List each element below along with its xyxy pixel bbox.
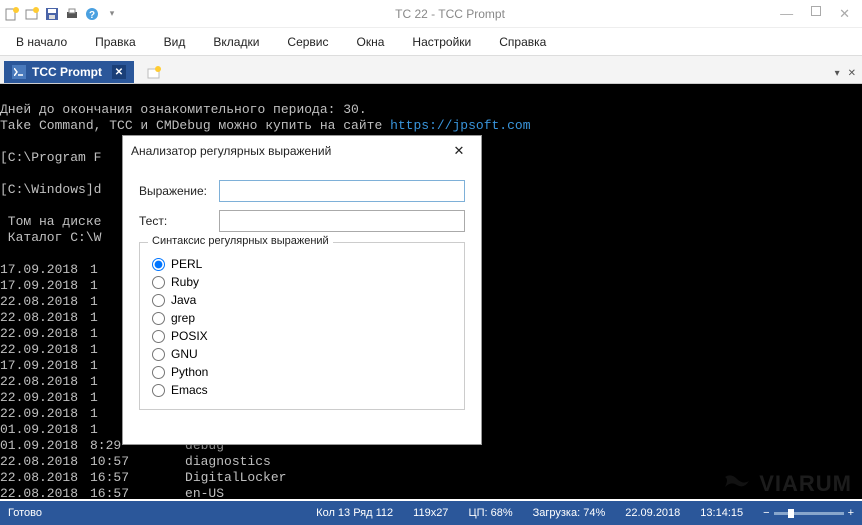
menu-service[interactable]: Сервис <box>287 35 328 49</box>
tab-strip: TCC Prompt ✕ ▾ ✕ <box>0 56 862 84</box>
test-label: Тест: <box>139 214 219 228</box>
tab-tcc-prompt[interactable]: TCC Prompt ✕ <box>4 61 134 83</box>
qat-dropdown-icon[interactable]: ▾ <box>104 6 120 22</box>
new-tab-button[interactable] <box>146 67 162 83</box>
syntax-label: Python <box>171 365 208 379</box>
syntax-radio[interactable] <box>152 294 165 307</box>
syntax-radio[interactable] <box>152 312 165 325</box>
syntax-option-emacs[interactable]: Emacs <box>152 383 452 397</box>
syntax-option-posix[interactable]: POSIX <box>152 329 452 343</box>
window-title: TC 22 - TCC Prompt <box>120 7 780 21</box>
new-window-icon[interactable] <box>24 6 40 22</box>
statusbar: Готово Кол 13 Ряд 112 119x27 ЦП: 68% Заг… <box>0 501 862 525</box>
watermark-text: VIARUM <box>759 471 852 497</box>
menu-windows[interactable]: Окна <box>357 35 385 49</box>
status-time: 13:14:15 <box>700 507 743 519</box>
minimize-button[interactable]: — <box>780 6 793 22</box>
zoom-slider[interactable]: − + <box>763 507 854 519</box>
svg-text:?: ? <box>89 10 95 21</box>
tab-dropdown-icon[interactable]: ▾ <box>835 68 840 79</box>
syntax-option-gnu[interactable]: GNU <box>152 347 452 361</box>
help-icon[interactable]: ? <box>84 6 100 22</box>
menu-edit[interactable]: Правка <box>95 35 136 49</box>
syntax-label: grep <box>171 311 195 325</box>
syntax-radio[interactable] <box>152 276 165 289</box>
syntax-label: GNU <box>171 347 198 361</box>
tab-strip-close-icon[interactable]: ✕ <box>848 68 856 79</box>
syntax-radio[interactable] <box>152 330 165 343</box>
syntax-radio[interactable] <box>152 348 165 361</box>
file-row: 22.08.2018 10:57 diagnostics <box>0 454 862 470</box>
expression-input[interactable] <box>219 180 465 202</box>
terminal-prompt: [C:\Windows] <box>0 182 94 197</box>
titlebar: ? ▾ TC 22 - TCC Prompt — ✕ <box>0 0 862 28</box>
terminal-typed: d <box>94 182 102 197</box>
test-input[interactable] <box>219 210 465 232</box>
save-icon[interactable] <box>44 6 60 22</box>
prompt-icon <box>12 65 26 79</box>
terminal-line: Том на диске <box>0 214 101 229</box>
syntax-option-java[interactable]: Java <box>152 293 452 307</box>
expression-label: Выражение: <box>139 184 219 198</box>
groupbox-title: Синтаксис регулярных выражений <box>148 235 333 247</box>
syntax-label: Java <box>171 293 196 307</box>
menu-settings[interactable]: Настройки <box>412 35 471 49</box>
terminal-line: Каталог C:\W <box>0 230 101 245</box>
watermark: VIARUM <box>721 471 852 497</box>
terminal-line: Дней до окончания ознакомительного перио… <box>0 102 367 117</box>
dialog-titlebar[interactable]: Анализатор регулярных выражений ✕ <box>123 136 481 166</box>
terminal-url: https://jpsoft.com <box>390 118 530 133</box>
status-ready: Готово <box>8 507 42 519</box>
zoom-in-icon[interactable]: + <box>848 507 854 519</box>
maximize-button[interactable] <box>811 6 821 16</box>
syntax-option-python[interactable]: Python <box>152 365 452 379</box>
terminal-prompt: [C:\Program F <box>0 150 101 165</box>
syntax-option-ruby[interactable]: Ruby <box>152 275 452 289</box>
syntax-radio[interactable] <box>152 258 165 271</box>
syntax-radio[interactable] <box>152 366 165 379</box>
terminal-line: Take Command, TCC и CMDebug можно купить… <box>0 118 390 133</box>
quick-access-toolbar: ? ▾ <box>4 6 120 22</box>
dialog-close-button[interactable]: ✕ <box>445 140 473 162</box>
window-controls: — ✕ <box>780 6 858 22</box>
new-file-icon[interactable] <box>4 6 20 22</box>
close-button[interactable]: ✕ <box>839 6 850 22</box>
status-position: Кол 13 Ряд 112 <box>316 507 393 519</box>
syntax-option-grep[interactable]: grep <box>152 311 452 325</box>
dialog-title: Анализатор регулярных выражений <box>131 144 331 158</box>
status-cpu: ЦП: 68% <box>468 507 512 519</box>
status-date: 22.09.2018 <box>625 507 680 519</box>
syntax-label: PERL <box>171 257 202 271</box>
menu-view[interactable]: Вид <box>164 35 186 49</box>
syntax-groupbox: Синтаксис регулярных выражений PERLRubyJ… <box>139 242 465 410</box>
syntax-radio[interactable] <box>152 384 165 397</box>
syntax-label: POSIX <box>171 329 208 343</box>
menu-home[interactable]: В начало <box>16 35 67 49</box>
regex-analyzer-dialog: Анализатор регулярных выражений ✕ Выраже… <box>122 135 482 445</box>
status-load: Загрузка: 74% <box>533 507 606 519</box>
tab-label: TCC Prompt <box>32 65 102 79</box>
syntax-label: Emacs <box>171 383 208 397</box>
tab-close-button[interactable]: ✕ <box>112 65 126 79</box>
syntax-option-perl[interactable]: PERL <box>152 257 452 271</box>
menu-help[interactable]: Справка <box>499 35 546 49</box>
syntax-label: Ruby <box>171 275 199 289</box>
status-size: 119x27 <box>413 507 448 519</box>
print-icon[interactable] <box>64 6 80 22</box>
zoom-out-icon[interactable]: − <box>763 507 769 519</box>
dialog-body: Выражение: Тест: Синтаксис регулярных вы… <box>123 166 481 416</box>
menu-tabs[interactable]: Вкладки <box>213 35 259 49</box>
menubar: В начало Правка Вид Вкладки Сервис Окна … <box>0 28 862 56</box>
